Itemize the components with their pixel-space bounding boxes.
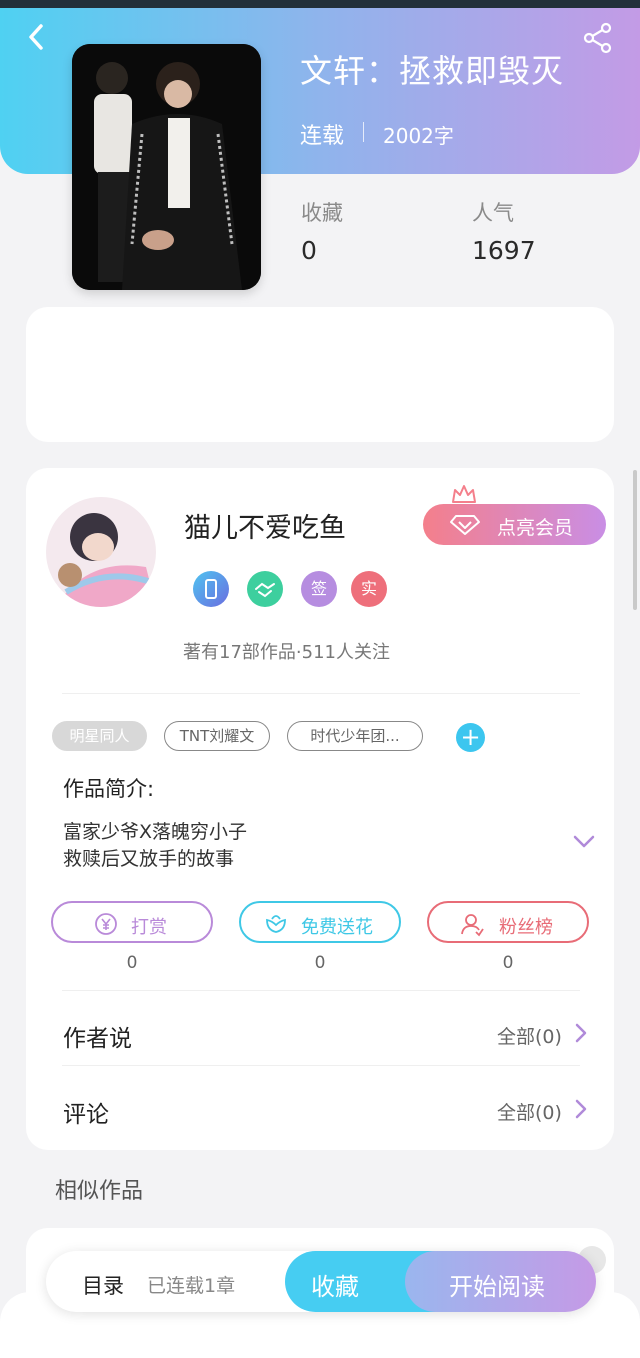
send-flower-label: 免费送花	[301, 917, 373, 938]
tip-button[interactable]: 打赏	[51, 901, 213, 943]
similar-works-heading: 相似作品	[55, 1179, 144, 1204]
word-count: 2002字	[383, 124, 454, 148]
intro-line-2: 救赎后又放手的故事	[63, 848, 235, 870]
works-info: 著有17部作品·511人关注	[183, 642, 390, 663]
intro-line-1: 富家少爷X落魄穷小子	[63, 821, 248, 843]
verified-badge[interactable]: 实	[351, 571, 387, 607]
flower-count: 0	[314, 953, 326, 973]
signed-badge[interactable]: 签	[301, 571, 337, 607]
chevron-right-icon[interactable]	[574, 1022, 588, 1044]
phone-badge-icon[interactable]	[193, 571, 229, 607]
back-button[interactable]	[22, 22, 52, 52]
comments-title: 评论	[63, 1102, 109, 1128]
add-tag-button[interactable]: +	[456, 723, 485, 752]
start-reading-button[interactable]: 开始阅读	[405, 1251, 596, 1312]
tag-category[interactable]: 明星同人	[52, 721, 147, 751]
flower-icon	[266, 915, 286, 933]
popularity-label: 人气	[472, 201, 514, 225]
expand-intro-button[interactable]	[572, 830, 596, 852]
chevron-left-icon	[29, 24, 43, 50]
intro-heading: 作品简介:	[63, 777, 155, 801]
chevron-right-icon[interactable]	[574, 1098, 588, 1120]
user-icon	[461, 914, 484, 937]
author-says-title: 作者说	[63, 1026, 132, 1052]
send-flower-button[interactable]: 免费送花	[239, 901, 401, 943]
blank-card	[26, 307, 614, 442]
chevron-down-icon	[573, 835, 595, 848]
tag-character[interactable]: TNT刘耀文	[164, 721, 270, 751]
book-cover	[72, 44, 261, 290]
comments-all-link[interactable]: 全部(0)	[497, 1098, 562, 1125]
divider	[62, 990, 580, 991]
popularity-value: 1697	[472, 236, 536, 265]
fan-count: 0	[502, 953, 514, 973]
scrollbar[interactable]	[633, 470, 637, 610]
share-button[interactable]	[582, 22, 614, 54]
tip-label: 打赏	[131, 917, 167, 938]
favorite-button-label: 收藏	[311, 1273, 359, 1301]
yen-icon	[95, 913, 117, 935]
author-name[interactable]: 猫儿不爱吃鱼	[184, 506, 346, 545]
favorites-value: 0	[301, 236, 317, 265]
book-title: 文轩：拯救即毁灭	[300, 52, 565, 90]
status-strip	[0, 0, 640, 8]
diamond-icon	[450, 515, 480, 535]
start-reading-label: 开始阅读	[449, 1273, 545, 1301]
vip-button[interactable]: 点亮会员	[423, 504, 606, 545]
handshake-badge-icon[interactable]	[247, 571, 283, 607]
status-divider	[363, 122, 364, 142]
share-icon	[583, 22, 612, 54]
tip-count: 0	[126, 953, 138, 973]
fan-ranking-label: 粉丝榜	[499, 917, 553, 938]
divider	[62, 693, 580, 694]
tag-group[interactable]: 时代少年团...	[287, 721, 423, 751]
vip-button-label: 点亮会员	[497, 517, 574, 539]
divider	[62, 1065, 580, 1066]
avatar[interactable]	[46, 497, 156, 607]
author-says-all-link[interactable]: 全部(0)	[497, 1022, 562, 1049]
chapter-count: 已连载1章	[147, 1275, 236, 1297]
fan-ranking-button[interactable]: 粉丝榜	[427, 901, 589, 943]
serial-status: 连载	[300, 124, 345, 149]
toc-button[interactable]: 目录	[82, 1270, 124, 1300]
crown-icon	[452, 485, 476, 506]
favorites-label: 收藏	[301, 201, 343, 225]
